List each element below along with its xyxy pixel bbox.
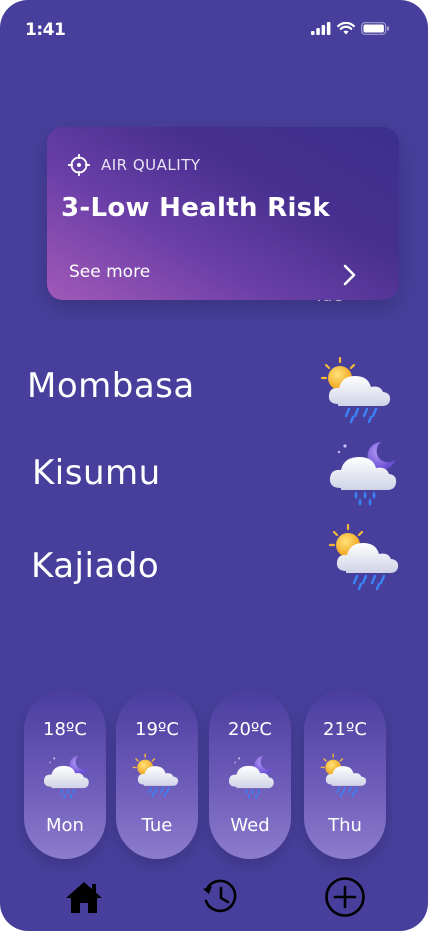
bottom-nav: [0, 872, 428, 930]
sun-cloud-rain-icon: [132, 753, 179, 798]
air-quality-value: 3-Low Health Risk: [61, 193, 331, 223]
nav-add-button[interactable]: [320, 872, 370, 922]
forecast-pill-wed[interactable]: 20ºC Wed: [209, 689, 291, 859]
sun-cloud-rain-icon: [320, 356, 391, 424]
home-icon: [66, 882, 102, 913]
forecast-pill-thu[interactable]: 21ºC Thu: [304, 689, 386, 859]
nav-home-button[interactable]: [59, 872, 109, 922]
chevron-right-icon[interactable]: [343, 264, 357, 286]
sun-cloud-rain-icon: [328, 523, 399, 591]
status-bar: 1:41: [0, 0, 428, 60]
forecast-pill-tue[interactable]: 19ºC Tue: [116, 689, 198, 859]
status-icons: [311, 22, 390, 35]
nav-history-button[interactable]: [195, 872, 245, 922]
air-quality-card[interactable]: AIR QUALITY 3-Low Health Risk See more: [47, 127, 399, 300]
forecast-day: Thu: [328, 815, 362, 836]
forecast-day: Mon: [46, 815, 84, 836]
moon-cloud-rain-icon: [329, 442, 397, 506]
forecast-temp: 21ºC: [323, 719, 367, 740]
city-name-kajiado[interactable]: Kajiado: [31, 546, 159, 586]
status-time: 1:41: [25, 20, 66, 40]
forecast-day: Wed: [230, 815, 270, 836]
city-name-kisumu[interactable]: Kisumu: [32, 453, 161, 493]
crosshair-icon: [68, 154, 90, 176]
air-quality-title: AIR QUALITY: [101, 156, 201, 174]
add-icon: [325, 877, 365, 917]
wifi-icon: [337, 22, 355, 35]
history-icon: [203, 879, 237, 913]
signal-icon: [311, 22, 331, 35]
forecast-temp: 20ºC: [228, 719, 272, 740]
air-quality-header: AIR QUALITY: [67, 153, 201, 177]
sun-cloud-rain-icon: [320, 753, 367, 798]
forecast-temp: 18ºC: [43, 719, 87, 740]
see-more-link[interactable]: See more: [69, 262, 150, 282]
city-name-mombasa[interactable]: Mombasa: [27, 366, 195, 406]
moon-cloud-rain-icon: [43, 755, 89, 799]
forecast-day: Tue: [141, 815, 173, 836]
forecast-pill-mon[interactable]: 18ºC Mon: [24, 689, 106, 859]
moon-cloud-rain-icon: [228, 755, 274, 799]
weather-app-screen: 1:41 Tue: [0, 0, 428, 931]
forecast-temp: 19ºC: [135, 719, 179, 740]
battery-icon: [361, 22, 389, 35]
